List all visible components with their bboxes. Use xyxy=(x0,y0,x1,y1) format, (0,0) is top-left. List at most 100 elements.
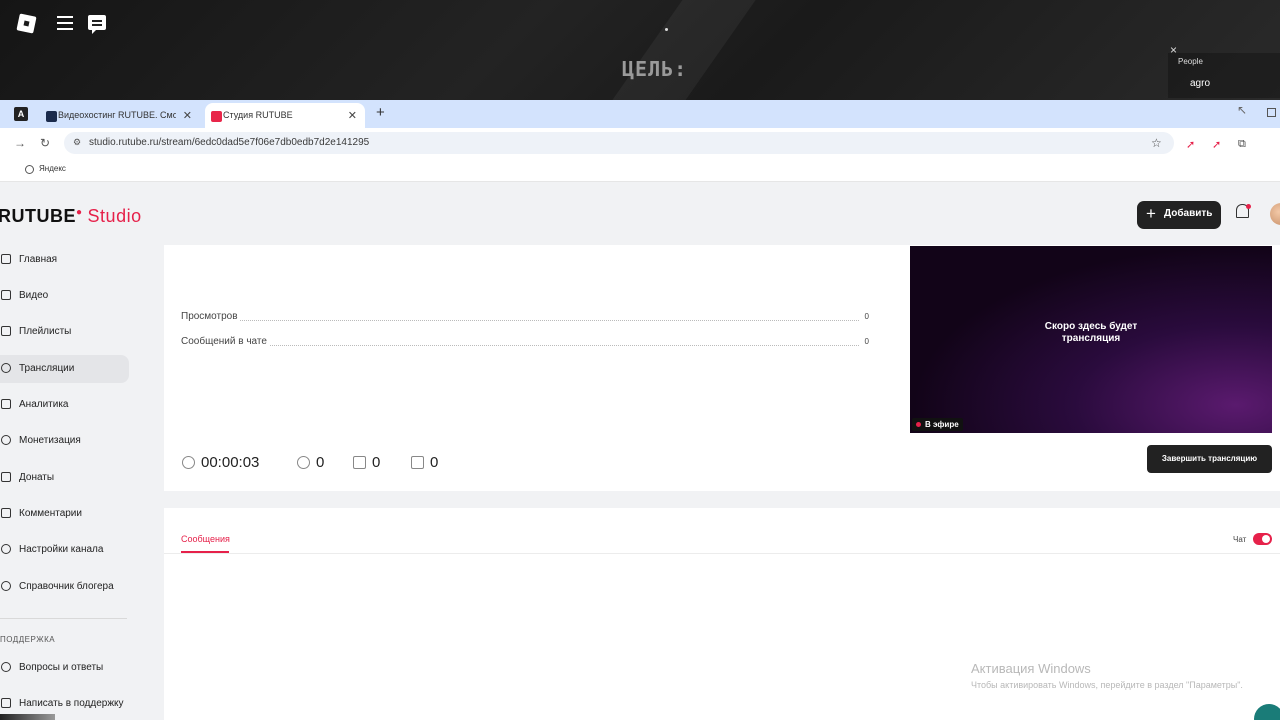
logo-main: RUTUBE xyxy=(0,206,76,226)
viewers-metric: 0 xyxy=(297,454,324,471)
viewer-icon xyxy=(297,456,310,469)
sidebar-item-monetization[interactable]: Монетизация xyxy=(0,427,129,455)
likes-value: 0 xyxy=(372,454,381,471)
tab-rutube-hosting[interactable]: Видеохостинг RUTUBE. Смотр ✕ xyxy=(40,103,200,128)
video-icon xyxy=(1,290,11,300)
live-dot-icon xyxy=(916,422,921,427)
avatar[interactable] xyxy=(1270,203,1280,225)
sidebar-item-donations[interactable]: Донаты xyxy=(0,464,129,492)
stream-panel: Просмотров 0 Сообщений в чате 0 Скоро зд… xyxy=(164,245,1280,491)
sidebar-item-label: Вопросы и ответы xyxy=(19,662,104,673)
chat-toggle[interactable] xyxy=(1253,533,1272,545)
analytics-icon xyxy=(1,399,11,409)
duration-metric: 00:00:03 xyxy=(182,454,259,471)
rutube-studio-logo[interactable]: RUTUBE● Studio xyxy=(0,206,142,227)
sidebar-item-playlists[interactable]: Плейлисты xyxy=(0,318,129,346)
stat-views: Просмотров 0 xyxy=(181,311,869,325)
stream-preview[interactable]: Скоро здесь будет трансляция В эфире xyxy=(910,246,1272,433)
window-maximize-icon[interactable] xyxy=(1267,108,1276,117)
sidebar-item-faq[interactable]: Вопросы и ответы xyxy=(0,654,129,682)
site-info-icon[interactable]: ⚙ xyxy=(73,137,81,148)
player-name[interactable]: agro xyxy=(1190,78,1210,89)
support-section-title: ПОДДЕРЖКА xyxy=(0,635,56,644)
sidebar-item-label: Справочник блогера xyxy=(19,581,114,592)
sidebar-item-label: Видео xyxy=(19,290,49,301)
sidebar-item-label: Написать в поддержку xyxy=(19,698,124,709)
chat-icon[interactable] xyxy=(88,15,106,34)
extensions-puzzle-icon[interactable]: ⧉ xyxy=(1238,138,1246,151)
stat-chat-messages: Сообщений в чате 0 xyxy=(181,336,869,350)
taskbar-fragment xyxy=(0,714,55,720)
likes-metric: 0 xyxy=(353,454,380,471)
url-field[interactable]: ⚙ studio.rutube.ru/stream/6edc0dad5e7f06… xyxy=(64,132,1174,154)
sidebar-item-channel-settings[interactable]: Настройки канала xyxy=(0,536,129,564)
rocket-extension-icon-2[interactable]: ➚ xyxy=(1212,138,1221,151)
duration-value: 00:00:03 xyxy=(201,454,260,471)
yandex-icon xyxy=(25,165,34,174)
sidebar-item-label: Монетизация xyxy=(19,435,81,446)
sidebar-item-broadcasts[interactable]: Трансляции xyxy=(0,355,129,383)
sidebar-item-label: Настройки канала xyxy=(19,544,104,555)
add-button-label: Добавить xyxy=(1164,208,1213,219)
viewers-value: 0 xyxy=(316,454,325,471)
bookmarks-bar: Яндекс xyxy=(0,158,1280,182)
game-overlay: ЦЕЛЬ: × People agro xyxy=(0,0,1280,100)
leader-dots xyxy=(181,320,859,321)
bookmark-yandex[interactable]: Яндекс xyxy=(39,164,66,173)
windows-activation-subtitle: Чтобы активировать Windows, перейдите в … xyxy=(971,680,1243,690)
sidebar-item-comments[interactable]: Комментарии xyxy=(0,500,129,528)
mouse-cursor-icon: ↖ xyxy=(1237,103,1248,117)
info-icon xyxy=(1,581,11,591)
hamburger-menu-icon[interactable] xyxy=(57,16,73,30)
forward-icon[interactable]: → xyxy=(14,136,26,150)
rocket-extension-icon[interactable]: ➚ xyxy=(1186,138,1195,151)
reload-icon[interactable]: ↻ xyxy=(40,136,50,150)
roblox-logo-icon[interactable] xyxy=(16,13,37,34)
end-broadcast-button[interactable]: Завершить трансляцию xyxy=(1147,445,1272,473)
notification-dot xyxy=(1246,204,1251,209)
tab-pinned[interactable]: A xyxy=(14,107,28,121)
sidebar-item-label: Плейлисты xyxy=(19,326,72,337)
sidebar-item-home[interactable]: Главная xyxy=(0,246,129,274)
chat-toggle-label: Чат xyxy=(1233,535,1247,544)
crosshair-dot xyxy=(665,28,668,31)
rutube-favicon-icon xyxy=(46,111,57,122)
preview-line-2: трансляция xyxy=(1061,333,1121,344)
sidebar-item-label: Донаты xyxy=(19,472,55,483)
preview-line-1: Скоро здесь будет xyxy=(1044,321,1138,332)
studio-header: RUTUBE● Studio + Добавить xyxy=(0,183,1280,245)
sidebar-divider xyxy=(0,618,127,619)
goal-text: ЦЕЛЬ: xyxy=(622,57,688,81)
logo-studio: Studio xyxy=(87,206,142,226)
sidebar-item-label: Аналитика xyxy=(19,399,69,410)
broadcast-icon xyxy=(1,363,11,373)
address-bar: → ↻ ⚙ studio.rutube.ru/stream/6edc0dad5e… xyxy=(0,128,1280,158)
tab-divider xyxy=(164,553,1280,554)
tab-close-icon[interactable]: ✕ xyxy=(183,109,192,122)
sidebar-item-blogger-guide[interactable]: Справочник блогера xyxy=(0,573,129,601)
mail-icon xyxy=(1,698,11,708)
bookmark-star-icon[interactable]: ☆ xyxy=(1151,136,1162,150)
people-title: People xyxy=(1178,57,1203,66)
new-tab-button[interactable]: + xyxy=(376,104,385,121)
playlist-icon xyxy=(1,326,11,336)
dislikes-metric: 0 xyxy=(411,454,438,471)
url-text: studio.rutube.ru/stream/6edc0dad5e7f06e7… xyxy=(89,137,370,148)
tab-label: Видеохостинг RUTUBE. Смотр xyxy=(58,110,176,120)
logo-dot-icon: ● xyxy=(76,207,83,218)
studio-favicon-icon xyxy=(211,111,222,122)
tab-rutube-studio[interactable]: Студия RUTUBE ✕ xyxy=(205,103,365,128)
stat-value: 0 xyxy=(862,312,869,321)
browser-tab-strip: A Видеохостинг RUTUBE. Смотр ✕ Студия RU… xyxy=(0,100,1280,128)
add-button[interactable]: + Добавить xyxy=(1137,201,1221,229)
tab-messages[interactable]: Сообщения xyxy=(181,534,230,544)
toggle-knob xyxy=(1262,535,1270,543)
sidebar-item-analytics[interactable]: Аналитика xyxy=(0,391,129,419)
clock-icon xyxy=(182,456,195,469)
question-icon xyxy=(1,662,11,672)
sidebar-item-label: Главная xyxy=(19,254,58,265)
tab-close-icon[interactable]: ✕ xyxy=(348,109,357,122)
gear-icon xyxy=(1,544,11,554)
home-icon xyxy=(1,254,11,264)
sidebar-item-video[interactable]: Видео xyxy=(0,282,129,310)
